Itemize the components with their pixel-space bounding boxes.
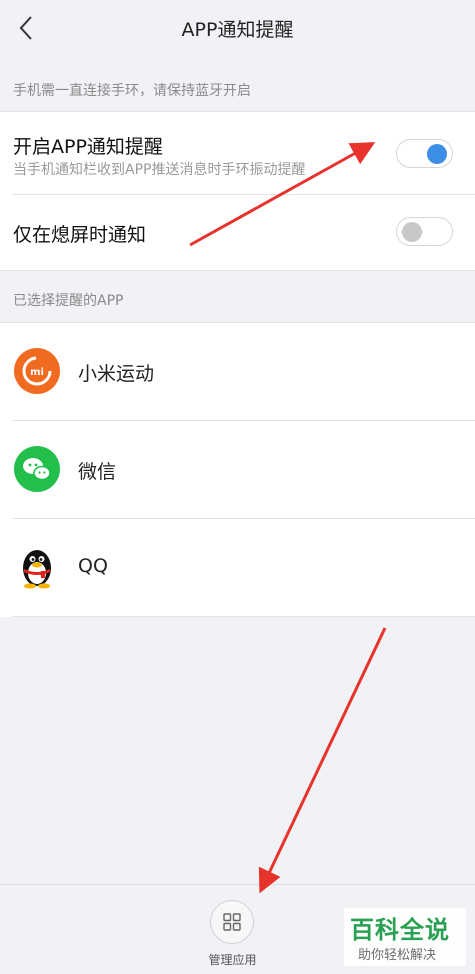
list-item[interactable]: 微信 (0, 421, 475, 519)
divider (12, 194, 475, 195)
watermark-title: 百科全说 (350, 916, 450, 944)
app-name: 小米运动 (78, 363, 155, 385)
app-name: 微信 (78, 461, 117, 483)
settings-card: 开启APP通知提醒 当手机通知栏收到APP推送消息时手环振动提醒 仅在熄屏时通知 (0, 111, 475, 271)
apps-list: mi 小米运动 微信 QQ (0, 322, 475, 617)
wechat-icon (14, 446, 60, 492)
page-title: APP通知提醒 (181, 19, 294, 41)
list-item[interactable]: mi 小米运动 (0, 323, 475, 421)
screen-off-toggle[interactable] (396, 217, 453, 246)
grid-icon (223, 913, 241, 931)
arrow-to-manage (258, 627, 387, 894)
bluetooth-note: 手机需一直连接手环，请保持蓝牙开启 (13, 83, 251, 99)
selected-apps-header: 已选择提醒的APP (13, 293, 124, 309)
app-notify-desc: 当手机通知栏收到APP推送消息时手环振动提醒 (13, 162, 306, 178)
svg-text:mi: mi (30, 367, 44, 378)
divider (12, 616, 475, 617)
toggle-knob-off (402, 222, 422, 242)
manage-apps-button[interactable] (210, 900, 254, 944)
mi-fit-icon: mi (14, 348, 60, 394)
app-notify-toggle[interactable] (396, 139, 453, 168)
watermark-subtitle: 助你轻松解决 (358, 948, 437, 963)
top-bar: APP通知提醒 (0, 0, 475, 58)
app-notify-title: 开启APP通知提醒 (13, 136, 163, 158)
watermark-logo: 百科全说 助你轻松解决 (344, 908, 466, 966)
screen-off-title: 仅在熄屏时通知 (13, 224, 147, 246)
toggle-knob-on (427, 144, 447, 164)
list-item[interactable]: QQ (0, 519, 475, 617)
qq-penguin-icon (23, 550, 51, 589)
app-name: QQ (78, 555, 108, 577)
